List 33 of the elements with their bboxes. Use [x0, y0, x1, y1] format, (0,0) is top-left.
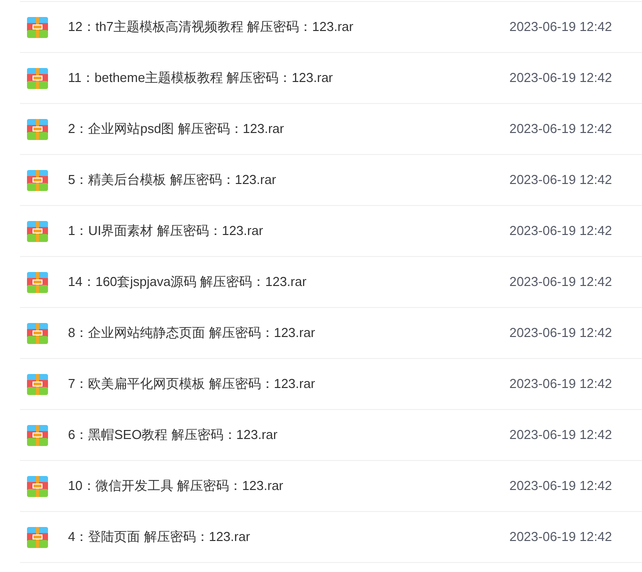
file-name[interactable]: 7：欧美扁平化网页模板 解压密码：123.rar — [68, 374, 316, 394]
file-name[interactable]: 14：160套jspjava源码 解压密码：123.rar — [68, 272, 306, 292]
file-name[interactable]: 5：精美后台模板 解压密码：123.rar — [68, 170, 276, 190]
file-date: 2023-06-19 12:42 — [509, 18, 612, 36]
file-name[interactable]: 6：黑帽SEO教程 解压密码：123.rar — [68, 425, 278, 445]
file-date: 2023-06-19 12:42 — [509, 324, 612, 342]
file-date: 2023-06-19 12:42 — [509, 477, 612, 496]
archive-icon — [27, 424, 48, 446]
file-name[interactable]: 8：企业网站纯静态页面 解压密码：123.rar — [68, 323, 316, 343]
archive-icon — [27, 68, 48, 88]
file-name[interactable]: 11：betheme主题模板教程 解压密码：123.rar — [68, 68, 333, 88]
archive-icon — [27, 272, 48, 292]
archive-icon — [27, 16, 48, 38]
file-name[interactable]: 10：微信开发工具 解压密码：123.rar — [68, 476, 284, 496]
file-name[interactable]: 12：th7主题模板高清视频教程 解压密码：123.rar — [68, 17, 354, 37]
file-date: 2023-06-19 12:42 — [509, 120, 612, 138]
archive-icon — [27, 322, 48, 344]
file-date: 2023-06-19 12:42 — [509, 426, 612, 444]
file-name[interactable]: 1：UI界面素材 解压密码：123.rar — [68, 221, 264, 241]
file-name[interactable]: 4：登陆页面 解压密码：123.rar — [68, 527, 250, 547]
archive-icon — [27, 170, 48, 190]
file-date: 2023-06-19 12:42 — [509, 375, 612, 394]
archive-icon — [27, 526, 48, 548]
file-date: 2023-06-19 12:42 — [509, 69, 612, 88]
archive-icon — [27, 220, 48, 242]
archive-icon — [27, 118, 48, 140]
file-date: 2023-06-19 12:42 — [509, 528, 612, 546]
archive-icon — [27, 374, 48, 394]
archive-icon — [27, 476, 48, 496]
file-date: 2023-06-19 12:42 — [509, 171, 612, 190]
file-date: 2023-06-19 12:42 — [509, 222, 612, 240]
file-date: 2023-06-19 12:42 — [509, 273, 612, 292]
file-name[interactable]: 2：企业网站psd图 解压密码：123.rar — [68, 119, 284, 139]
